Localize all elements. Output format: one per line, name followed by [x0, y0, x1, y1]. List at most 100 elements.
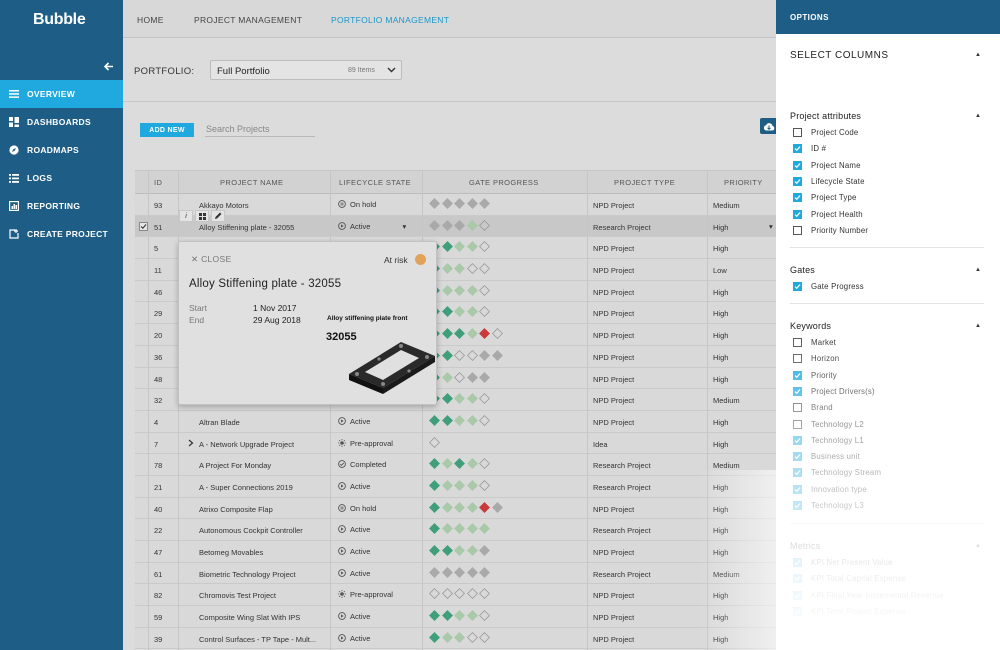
caret-down-icon[interactable]: ▾ — [769, 222, 773, 231]
nav-logs[interactable]: LOGS — [0, 164, 123, 192]
header-id[interactable]: ID — [154, 178, 162, 187]
checkbox-icon[interactable] — [793, 419, 802, 429]
cell-project-name[interactable]: Chromovis Test Project — [199, 591, 276, 600]
header-project-name[interactable]: PROJECT NAME — [220, 178, 283, 187]
table-row[interactable]: 40 Atrixo Composite Flap On hold NPD Projec… — [135, 498, 780, 520]
checkbox-checked-icon[interactable] — [793, 282, 802, 291]
table-row[interactable]: 22 Autonomous Cockpit Controller Active Res… — [135, 519, 780, 541]
header-project-type[interactable]: PROJECT TYPE — [614, 178, 675, 187]
cell-project-name[interactable]: Betomeg Movables — [199, 548, 263, 557]
cell-lifecycle-state[interactable]: Active ▾ — [338, 222, 406, 231]
checkbox-checked-icon[interactable] — [793, 468, 802, 478]
table-row[interactable]: 78 A Project For Monday Completed Research … — [135, 454, 780, 476]
column-option[interactable]: Priority Number — [793, 225, 868, 236]
caret-up-icon[interactable]: ▲ — [975, 113, 981, 119]
column-option[interactable]: Technology L1 — [793, 435, 864, 446]
cell-project-name[interactable]: A - Super Connections 2019 — [199, 483, 293, 492]
caret-up-icon[interactable]: ▲ — [975, 267, 981, 273]
header-lifecycle-state[interactable]: LIFECYCLE STATE — [339, 178, 411, 187]
table-row[interactable]: 51 Alloy Stiffening plate - 32055 Active ▾ R… — [135, 215, 780, 238]
checkbox-checked-icon[interactable] — [793, 452, 802, 462]
column-option[interactable]: Project Health — [793, 209, 863, 220]
checkbox-icon[interactable] — [793, 128, 802, 137]
column-option[interactable]: KPI Total Capital Expense — [793, 573, 906, 584]
checkbox-icon[interactable] — [793, 338, 802, 347]
checkbox-checked-icon[interactable] — [793, 574, 802, 584]
cell-project-name[interactable]: A - Network Upgrade Project — [199, 440, 294, 449]
checkbox-icon[interactable] — [793, 403, 802, 413]
column-option[interactable]: Lifecycle State — [793, 176, 865, 187]
nav-roadmaps[interactable]: ROADMAPS — [0, 136, 123, 164]
column-option[interactable]: Priority — [793, 370, 837, 381]
add-new-button[interactable]: ADD NEW — [140, 123, 194, 137]
row-checkbox[interactable] — [139, 221, 148, 231]
table-row[interactable]: 4 Altran Blade Active NPD Project High — [135, 411, 780, 433]
topnav-portfolio-management[interactable]: PORTFOLIO MANAGEMENT — [331, 15, 449, 25]
column-option[interactable]: Brand — [793, 402, 833, 413]
column-option[interactable]: Technology L2 — [793, 419, 864, 430]
checkbox-checked-icon[interactable] — [793, 435, 802, 445]
checkbox-icon[interactable] — [793, 225, 802, 235]
collapse-arrow-icon[interactable] — [103, 62, 114, 74]
nav-reporting[interactable]: REPORTING — [0, 192, 123, 220]
column-option[interactable]: Project Name — [793, 160, 861, 171]
expand-chevron-icon[interactable] — [188, 439, 194, 449]
table-row[interactable]: 82 Chromovis Test Project Pre-approval NPD … — [135, 584, 780, 607]
column-option[interactable]: ID # — [793, 143, 826, 154]
checkbox-checked-icon[interactable] — [793, 160, 802, 170]
checkbox-checked-icon[interactable] — [793, 144, 802, 154]
caret-up-icon[interactable]: ▲ — [975, 323, 981, 329]
search-input[interactable] — [205, 122, 315, 137]
column-option[interactable]: Project Type — [793, 192, 857, 203]
cell-project-name[interactable]: Atrixo Composite Flap — [199, 505, 273, 514]
info-icon[interactable]: i — [179, 210, 193, 222]
cell-project-name[interactable]: Autonomous Cockpit Controller — [199, 526, 303, 535]
checkbox-checked-icon[interactable] — [793, 209, 802, 219]
column-option[interactable]: Project Drivers(s) — [793, 386, 875, 397]
column-option[interactable]: KPI Total Project Expense — [793, 606, 906, 617]
popup-close-button[interactable]: ✕ CLOSE — [191, 254, 231, 265]
checkbox-checked-icon[interactable] — [793, 590, 802, 600]
cell-project-name[interactable]: Biometric Technology Project — [199, 570, 296, 579]
cell-project-name[interactable]: A Project For Monday — [199, 461, 271, 470]
caret-up-icon[interactable]: ▲ — [975, 543, 981, 549]
table-row[interactable]: 93 Akkayo Motors On hold NPD Project Medium — [135, 194, 780, 216]
column-option[interactable]: Innovation type — [793, 484, 867, 495]
table-row[interactable]: 59 Composite Wing Slat With IPS Active NPD … — [135, 606, 780, 628]
column-option[interactable]: Technology Stream — [793, 467, 881, 478]
checkbox-checked-icon[interactable] — [793, 370, 802, 380]
checkbox-checked-icon[interactable] — [793, 501, 802, 510]
checkbox-checked-icon[interactable] — [793, 484, 802, 494]
checkbox-checked-icon[interactable] — [793, 606, 802, 616]
cell-project-name[interactable]: Altran Blade — [199, 418, 240, 427]
nav-overview[interactable]: OVERVIEW — [0, 80, 123, 108]
column-option[interactable]: Market — [793, 337, 836, 348]
portfolio-select[interactable]: Full Portfolio 89 Items — [210, 60, 402, 80]
column-option[interactable]: Technology L3 — [793, 500, 864, 511]
header-gate-progress[interactable]: GATE PROGRESS — [469, 178, 539, 187]
cell-project-name[interactable]: Composite Wing Slat With IPS — [199, 613, 300, 622]
column-option[interactable]: Horizon — [793, 353, 839, 364]
column-option[interactable]: Business unit — [793, 451, 860, 462]
topnav-home[interactable]: HOME — [137, 15, 164, 25]
table-row[interactable]: 21 A - Super Connections 2019 Active Resear… — [135, 476, 780, 498]
checkbox-icon[interactable] — [793, 354, 802, 364]
cell-project-name[interactable]: Alloy Stiffening plate - 32055 — [199, 223, 294, 232]
nav-dashboards[interactable]: DASHBOARDS — [0, 108, 123, 136]
table-row[interactable]: 47 Betomeg Movables Active NPD Project High — [135, 541, 780, 563]
checkbox-checked-icon[interactable] — [793, 386, 802, 396]
caret-down-icon[interactable]: ▾ — [402, 222, 406, 231]
cell-project-name[interactable]: Control Surfaces - TP Tape - Mult... — [199, 635, 316, 644]
checkbox-checked-icon[interactable] — [793, 558, 802, 567]
topnav-project-management[interactable]: PROJECT MANAGEMENT — [194, 15, 302, 25]
column-option[interactable]: KPI Net Present Value — [793, 557, 893, 568]
column-option[interactable]: Project Code — [793, 127, 858, 138]
caret-up-icon[interactable]: ▲ — [975, 52, 981, 58]
column-option[interactable]: KPI Final Year Incremental Revenue — [793, 590, 944, 601]
pencil-icon[interactable] — [211, 210, 225, 222]
checkbox-checked-icon[interactable] — [793, 176, 802, 186]
table-row[interactable]: 61 Biometric Technology Project Active Rese… — [135, 563, 780, 585]
cell-project-name[interactable]: Akkayo Motors — [199, 201, 249, 210]
nav-create-project[interactable]: CREATE PROJECT — [0, 220, 123, 248]
header-priority[interactable]: PRIORITY — [724, 178, 763, 187]
